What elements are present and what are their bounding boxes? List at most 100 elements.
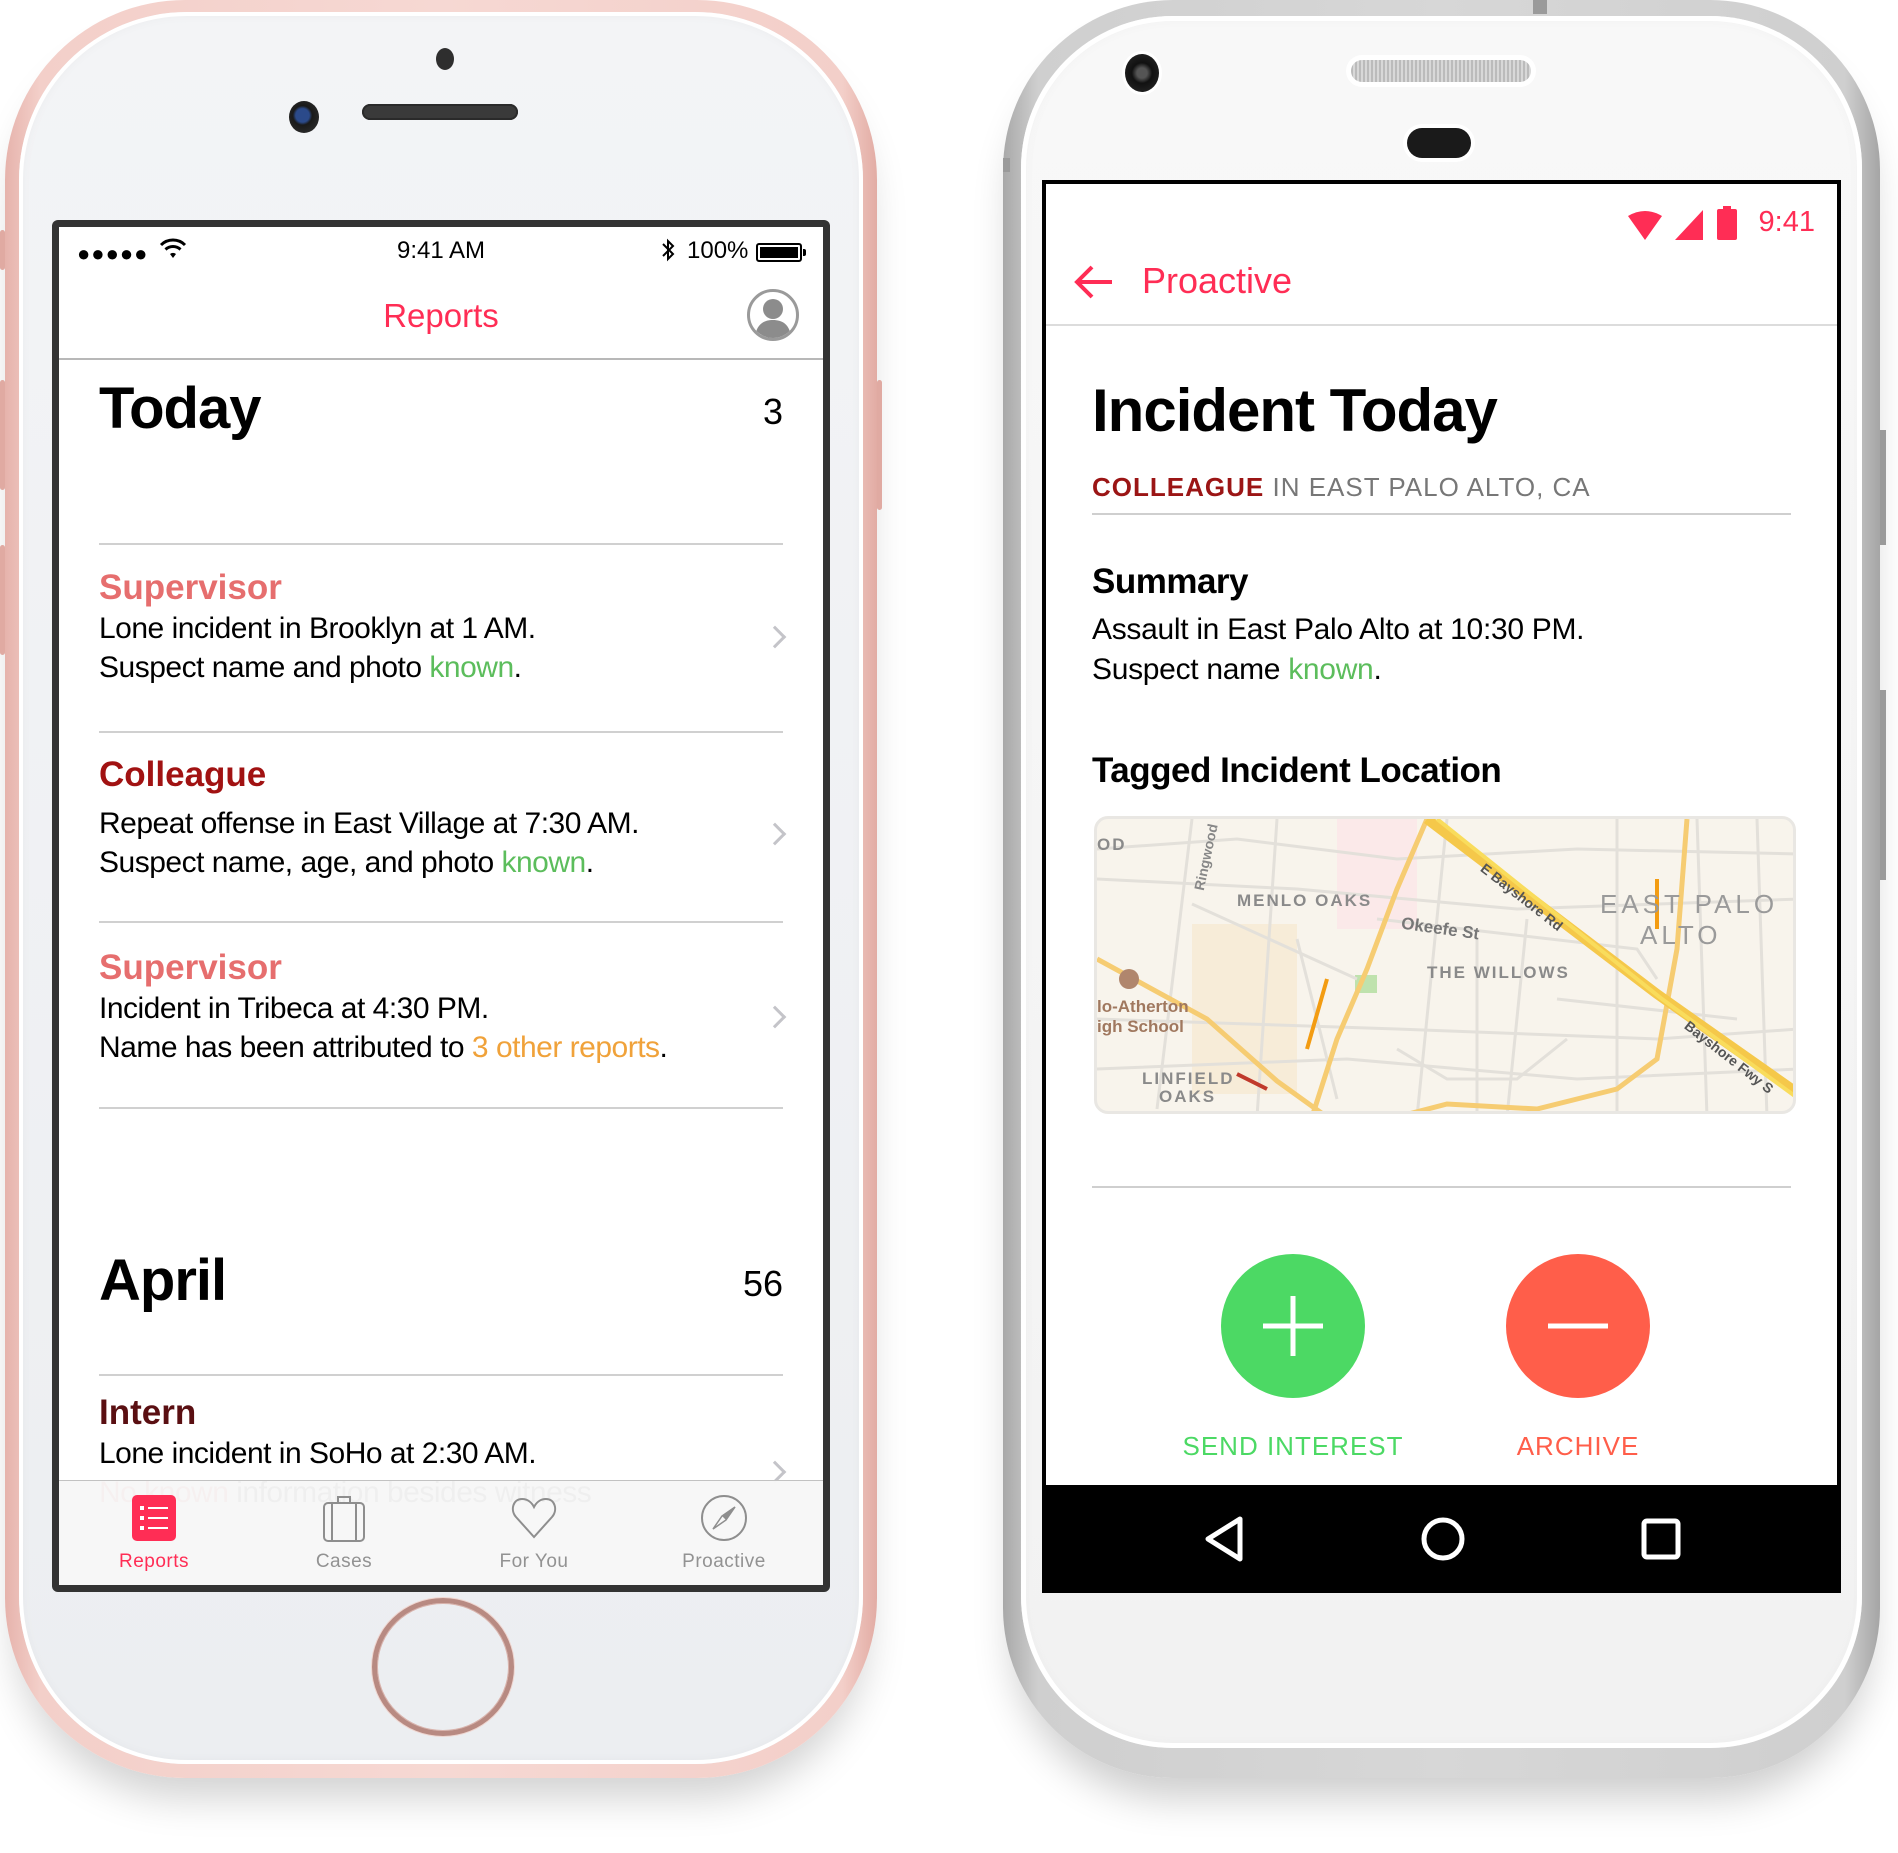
android-status-bar: 9:41 bbox=[1046, 196, 1837, 240]
plus-icon bbox=[1263, 1296, 1323, 1356]
power-button bbox=[877, 380, 882, 510]
report-line2: Suspect name, age, and photo known. bbox=[99, 846, 594, 879]
power-button bbox=[1880, 430, 1886, 545]
report-line1: Lone incident in SoHo at 2:30 AM. bbox=[99, 1437, 537, 1470]
map-label-menlo-oaks: MENLO OAKS bbox=[1237, 891, 1373, 910]
divider bbox=[99, 731, 783, 733]
report-line2: Name has been attributed to 3 other repo… bbox=[99, 1031, 668, 1064]
bluetooth-icon bbox=[660, 237, 676, 270]
section-header-today: Today 3 bbox=[99, 375, 783, 442]
section-count: 3 bbox=[762, 391, 783, 432]
incident-detail-app: 9:41 Proactive Incident Today COLLEAGUE … bbox=[1046, 184, 1837, 1593]
tab-label: Reports bbox=[118, 1551, 190, 1572]
archive-button[interactable] bbox=[1506, 1254, 1650, 1398]
other-reports-link[interactable]: 3 other reports bbox=[472, 1031, 660, 1064]
tab-label: Proactive bbox=[682, 1551, 766, 1572]
nav-recents-icon[interactable] bbox=[1631, 1509, 1691, 1569]
map-label-od: OD bbox=[1097, 835, 1127, 854]
incident-subtitle: COLLEAGUE IN EAST PALO ALTO, CA bbox=[1092, 472, 1591, 503]
battery-percent: 100% bbox=[687, 237, 749, 264]
send-interest-label[interactable]: SEND INTEREST bbox=[1143, 1431, 1443, 1462]
android-screen: 9:41 Proactive Incident Today COLLEAGUE … bbox=[1042, 180, 1841, 1593]
nav-back-icon[interactable] bbox=[1196, 1509, 1256, 1569]
status-time: 9:41 bbox=[1758, 206, 1815, 238]
home-button[interactable] bbox=[372, 1598, 514, 1736]
navigation-bar: Reports bbox=[59, 275, 823, 360]
divider bbox=[99, 921, 783, 923]
section-count: 56 bbox=[742, 1263, 783, 1304]
archive-label[interactable]: ARCHIVE bbox=[1428, 1431, 1728, 1462]
proximity-sensor bbox=[436, 48, 454, 70]
tab-bar: Reports Cases For You Proactive bbox=[59, 1480, 823, 1585]
incident-role: COLLEAGUE bbox=[1092, 472, 1265, 502]
compass-icon bbox=[699, 1493, 749, 1543]
report-row[interactable]: Supervisor Incident in Tribeca at 4:30 P… bbox=[99, 947, 787, 1067]
nav-home-icon[interactable] bbox=[1413, 1509, 1473, 1569]
report-row[interactable]: Colleague Repeat offense in East Village… bbox=[99, 754, 787, 882]
divider bbox=[1092, 1186, 1791, 1188]
app-toolbar: Proactive bbox=[1046, 240, 1837, 326]
iphone-screen: ●●●●● 9:41 AM 100% Reports Today 3 Super… bbox=[52, 220, 830, 1592]
summary-heading: Summary bbox=[1092, 562, 1249, 601]
section-header-april: April 56 bbox=[99, 1247, 783, 1314]
tab-label: Cases bbox=[315, 1551, 373, 1572]
ios-status-bar: ●●●●● 9:41 AM 100% bbox=[59, 235, 823, 275]
incident-location-map[interactable]: MENLO OAKS EAST PALO ALTO THE WILLOWS Ok… bbox=[1094, 816, 1796, 1114]
section-title: April bbox=[99, 1248, 227, 1313]
reports-app: ●●●●● 9:41 AM 100% Reports Today 3 Super… bbox=[59, 227, 823, 1585]
map-label-alto: ALTO bbox=[1640, 920, 1722, 950]
briefcase-icon bbox=[319, 1493, 369, 1543]
map-label-oaks: OAKS bbox=[1159, 1087, 1217, 1106]
tab-label: For You bbox=[499, 1551, 569, 1572]
top-port bbox=[1533, 0, 1547, 14]
summary-line2: Suspect name known. bbox=[1092, 653, 1382, 686]
map-label-the-willows: THE WILLOWS bbox=[1427, 963, 1570, 982]
heart-icon bbox=[509, 1493, 559, 1543]
page-title: Reports bbox=[383, 297, 499, 334]
report-role: Intern bbox=[99, 1393, 197, 1432]
report-line1: Lone incident in Brooklyn at 1 AM. bbox=[99, 612, 536, 645]
arrow-back-icon[interactable] bbox=[1072, 260, 1116, 304]
report-role: Colleague bbox=[99, 755, 267, 794]
section-title: Today bbox=[99, 376, 262, 441]
known-highlight[interactable]: known bbox=[429, 651, 514, 684]
map-label-east-palo: EAST PALO bbox=[1600, 889, 1779, 919]
front-camera bbox=[1125, 54, 1159, 92]
user-silhouette-icon[interactable] bbox=[747, 289, 799, 341]
tab-proactive[interactable]: Proactive bbox=[629, 1481, 819, 1585]
mute-switch bbox=[0, 230, 5, 270]
minus-icon bbox=[1548, 1323, 1608, 1329]
divider bbox=[1092, 513, 1791, 515]
divider bbox=[99, 1107, 783, 1109]
list-icon bbox=[129, 1493, 179, 1543]
earpiece-speaker bbox=[362, 104, 518, 120]
map-label-school-line1: lo-Atherton bbox=[1097, 997, 1189, 1016]
map-label-linfield: LINFIELD bbox=[1142, 1069, 1235, 1088]
report-line2: Suspect name and photo known. bbox=[99, 651, 522, 684]
send-interest-button[interactable] bbox=[1221, 1254, 1365, 1398]
toolbar-title: Proactive bbox=[1142, 260, 1293, 301]
known-highlight[interactable]: known bbox=[501, 846, 586, 879]
earpiece-speaker bbox=[1351, 60, 1531, 82]
known-highlight[interactable]: known bbox=[1288, 653, 1374, 686]
report-row[interactable]: Supervisor Lone incident in Brooklyn at … bbox=[99, 567, 787, 687]
report-line1: Repeat offense in East Village at 7:30 A… bbox=[99, 807, 639, 840]
volume-rocker bbox=[1880, 690, 1886, 880]
battery-icon bbox=[756, 243, 806, 262]
divider bbox=[99, 1374, 783, 1376]
incident-location: IN EAST PALO ALTO, CA bbox=[1272, 472, 1591, 502]
incident-title: Incident Today bbox=[1092, 377, 1498, 444]
tab-reports[interactable]: Reports bbox=[59, 1481, 249, 1585]
map-label-school-line2: igh School bbox=[1097, 1017, 1184, 1036]
tab-cases[interactable]: Cases bbox=[249, 1481, 439, 1585]
front-camera bbox=[289, 101, 319, 133]
android-navigation-bar bbox=[1046, 1485, 1837, 1593]
volume-up-button bbox=[0, 380, 5, 490]
tab-for-you[interactable]: For You bbox=[439, 1481, 629, 1585]
location-heading: Tagged Incident Location bbox=[1092, 751, 1502, 790]
report-role: Supervisor bbox=[99, 948, 282, 987]
report-role: Supervisor bbox=[99, 568, 282, 607]
report-line1: Incident in Tribeca at 4:30 PM. bbox=[99, 992, 489, 1025]
side-detail bbox=[1003, 158, 1010, 172]
summary-line1: Assault in East Palo Alto at 10:30 PM. bbox=[1092, 613, 1585, 646]
